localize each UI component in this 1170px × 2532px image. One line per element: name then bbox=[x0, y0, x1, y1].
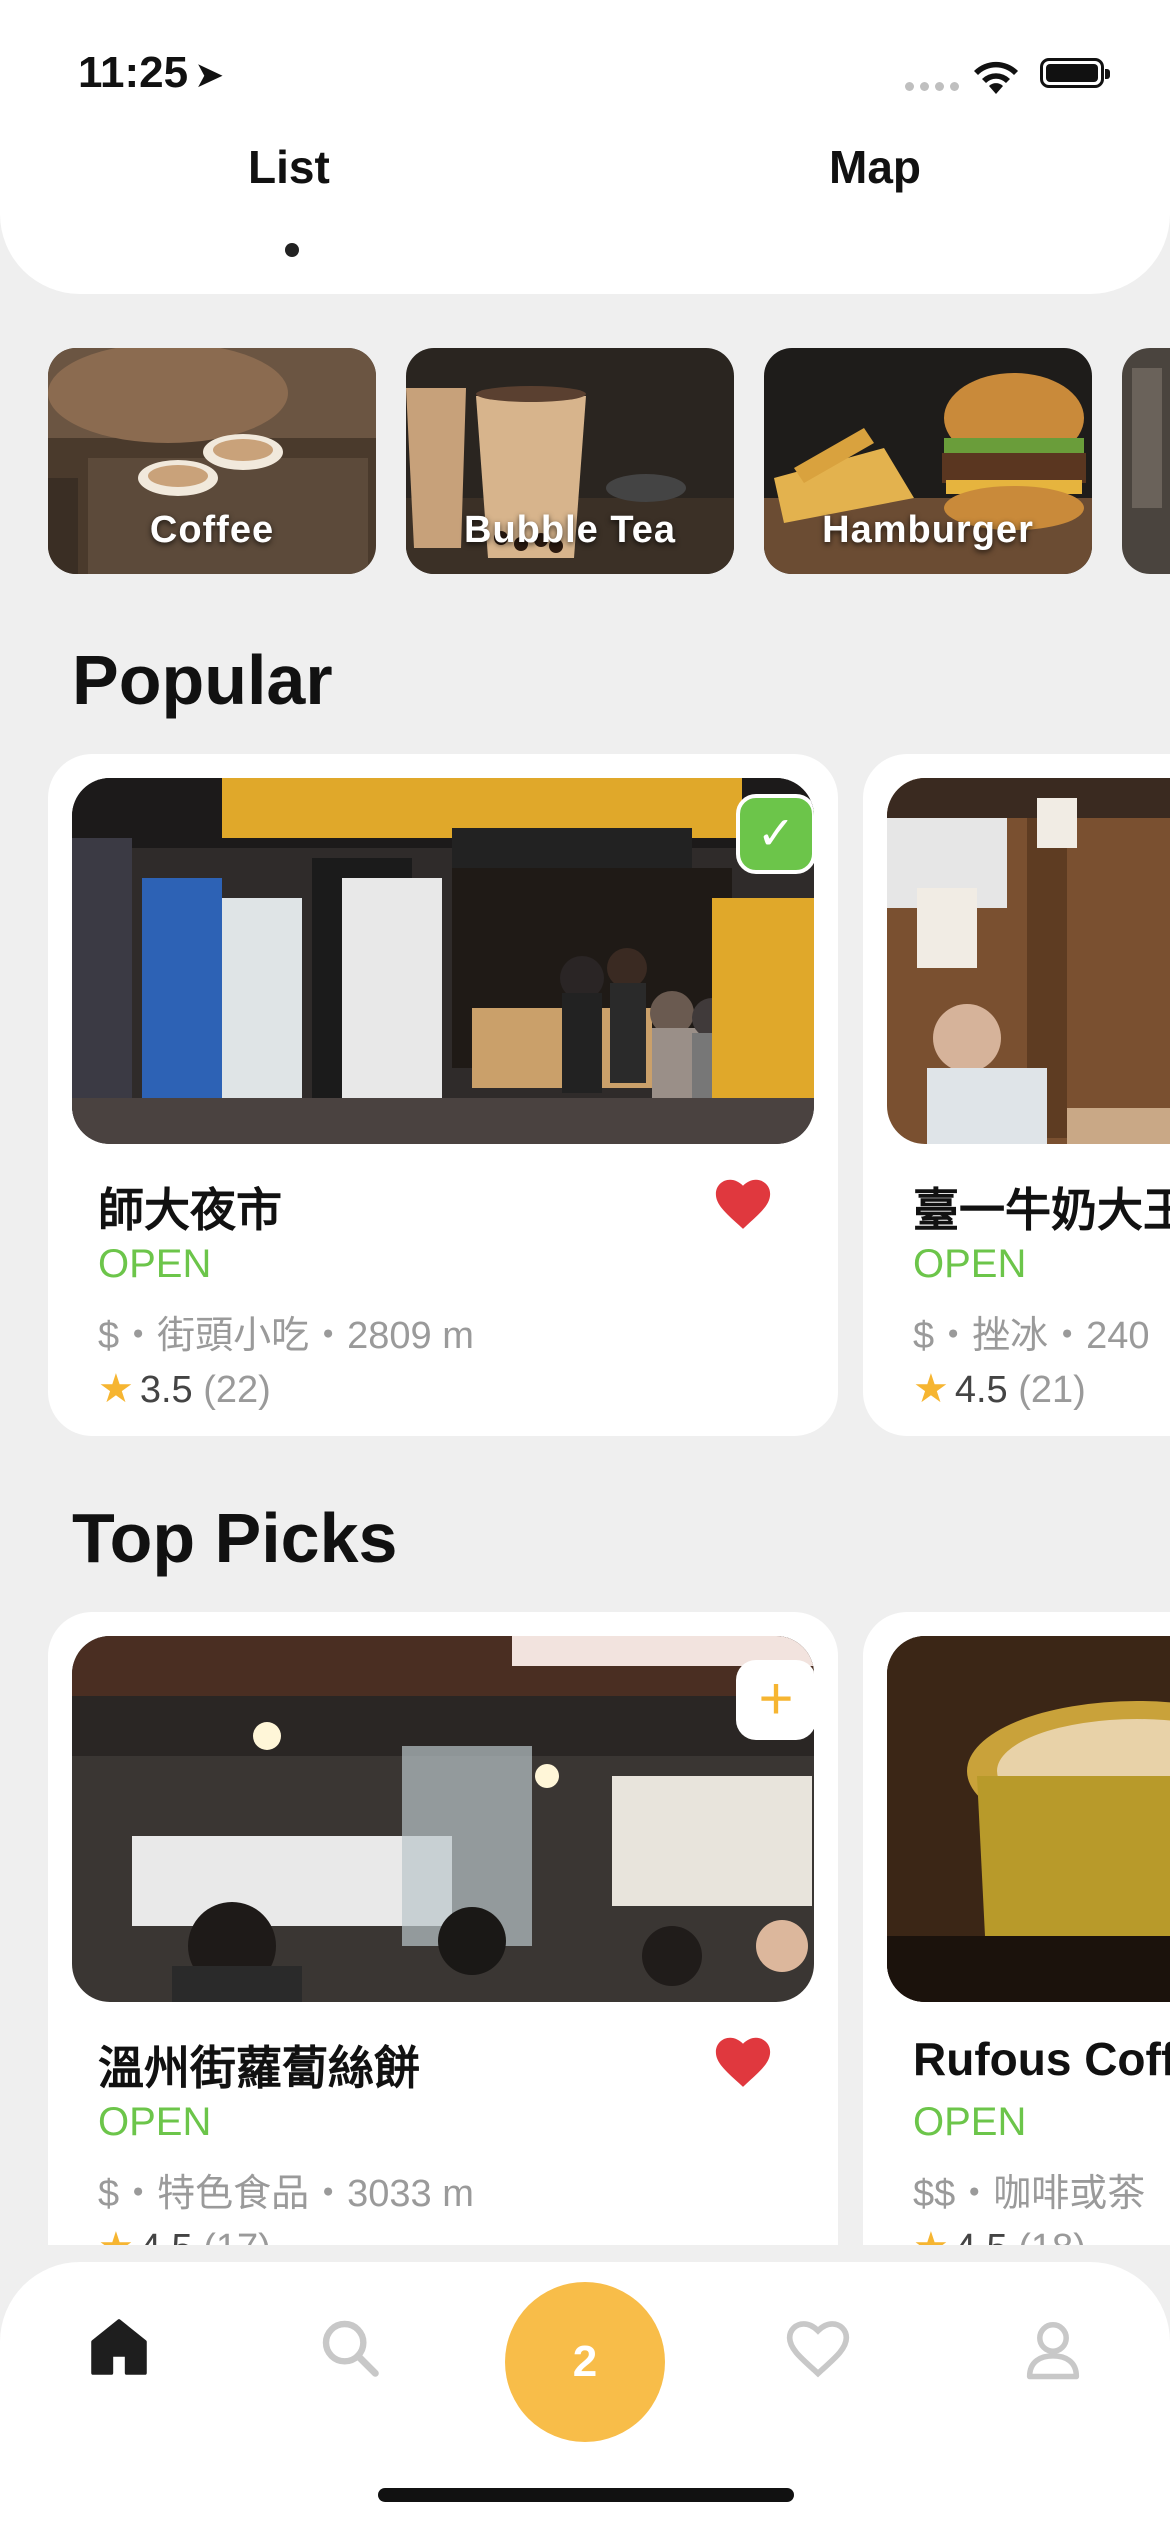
open-status: OPEN bbox=[913, 2100, 1027, 2144]
place-photo bbox=[887, 1636, 1170, 2002]
place-card[interactable]: + 溫州街蘿蔔絲餅 OPEN $・特色食品・3033 m ★4.5 (17) bbox=[48, 1612, 838, 2245]
home-icon[interactable] bbox=[88, 2316, 150, 2378]
place-card[interactable]: 臺一牛奶大王 OPEN $・挫冰・240 ★ 4.5 (21) bbox=[863, 754, 1170, 1436]
section-title-popular: Popular bbox=[72, 641, 333, 719]
section-title-top-picks: Top Picks bbox=[72, 1499, 398, 1577]
scroll-content[interactable]: Coffee Bubble Tea Hamburger Popular ✓ 師大… bbox=[0, 0, 1170, 2245]
heart-icon[interactable] bbox=[712, 1174, 774, 1232]
category-image bbox=[1122, 348, 1170, 574]
heart-icon[interactable] bbox=[712, 2032, 774, 2090]
category-label: Bubble Tea bbox=[464, 509, 676, 551]
place-name: 臺一牛奶大王 bbox=[913, 1184, 1170, 1236]
category-hamburger[interactable]: Hamburger bbox=[764, 348, 1092, 574]
place-photo: ✓ bbox=[72, 778, 814, 1144]
place-meta: $・挫冰・240 bbox=[913, 1315, 1150, 1357]
star-icon: ★ bbox=[98, 1367, 134, 1411]
place-photo bbox=[887, 778, 1170, 1144]
place-meta: $$・咖啡或茶 bbox=[913, 2173, 1146, 2215]
category-coffee[interactable]: Coffee bbox=[48, 348, 376, 574]
open-status: OPEN bbox=[98, 2100, 212, 2144]
home-indicator bbox=[378, 2488, 794, 2502]
place-name: Rufous Coff bbox=[913, 2033, 1170, 2085]
place-meta: $・街頭小吃・2809 m bbox=[98, 1315, 474, 1357]
place-rating: ★ 3.5 (22) bbox=[98, 1367, 271, 1411]
category-bubble-tea[interactable]: Bubble Tea bbox=[406, 348, 734, 574]
check-icon[interactable]: ✓ bbox=[736, 794, 814, 874]
star-icon: ★ bbox=[913, 2225, 949, 2245]
heart-icon[interactable] bbox=[784, 2316, 852, 2380]
category-partial[interactable] bbox=[1122, 348, 1170, 574]
category-label: Coffee bbox=[149, 509, 275, 551]
place-meta: $・特色食品・3033 m bbox=[98, 2173, 474, 2215]
open-status: OPEN bbox=[913, 1242, 1027, 1286]
star-icon: ★ bbox=[913, 1367, 949, 1411]
search-icon[interactable] bbox=[318, 2316, 382, 2380]
place-name: 溫州街蘿蔔絲餅 bbox=[98, 2042, 420, 2094]
category-label: Hamburger bbox=[822, 509, 1034, 551]
cart-count-button[interactable]: 2 bbox=[505, 2282, 665, 2442]
place-name: 師大夜市 bbox=[98, 1184, 282, 1236]
place-rating: ★ 4.5 (21) bbox=[913, 1367, 1086, 1411]
star-icon: ★ bbox=[98, 2225, 134, 2245]
plus-icon[interactable]: + bbox=[736, 1660, 814, 1740]
place-card[interactable]: ✓ 師大夜市 OPEN $・街頭小吃・2809 m ★ 3.5 (22) bbox=[48, 754, 838, 1436]
category-carousel[interactable]: Coffee Bubble Tea Hamburger bbox=[48, 348, 1170, 574]
place-photo: + bbox=[72, 1636, 814, 2002]
profile-icon[interactable] bbox=[1020, 2316, 1086, 2382]
place-rating: ★4.5 (18) bbox=[913, 2224, 1086, 2245]
open-status: OPEN bbox=[98, 1242, 212, 1286]
place-card[interactable]: Rufous Coff OPEN $$・咖啡或茶 ★4.5 (18) bbox=[863, 1612, 1170, 2245]
place-rating: ★4.5 (17) bbox=[98, 2224, 271, 2245]
